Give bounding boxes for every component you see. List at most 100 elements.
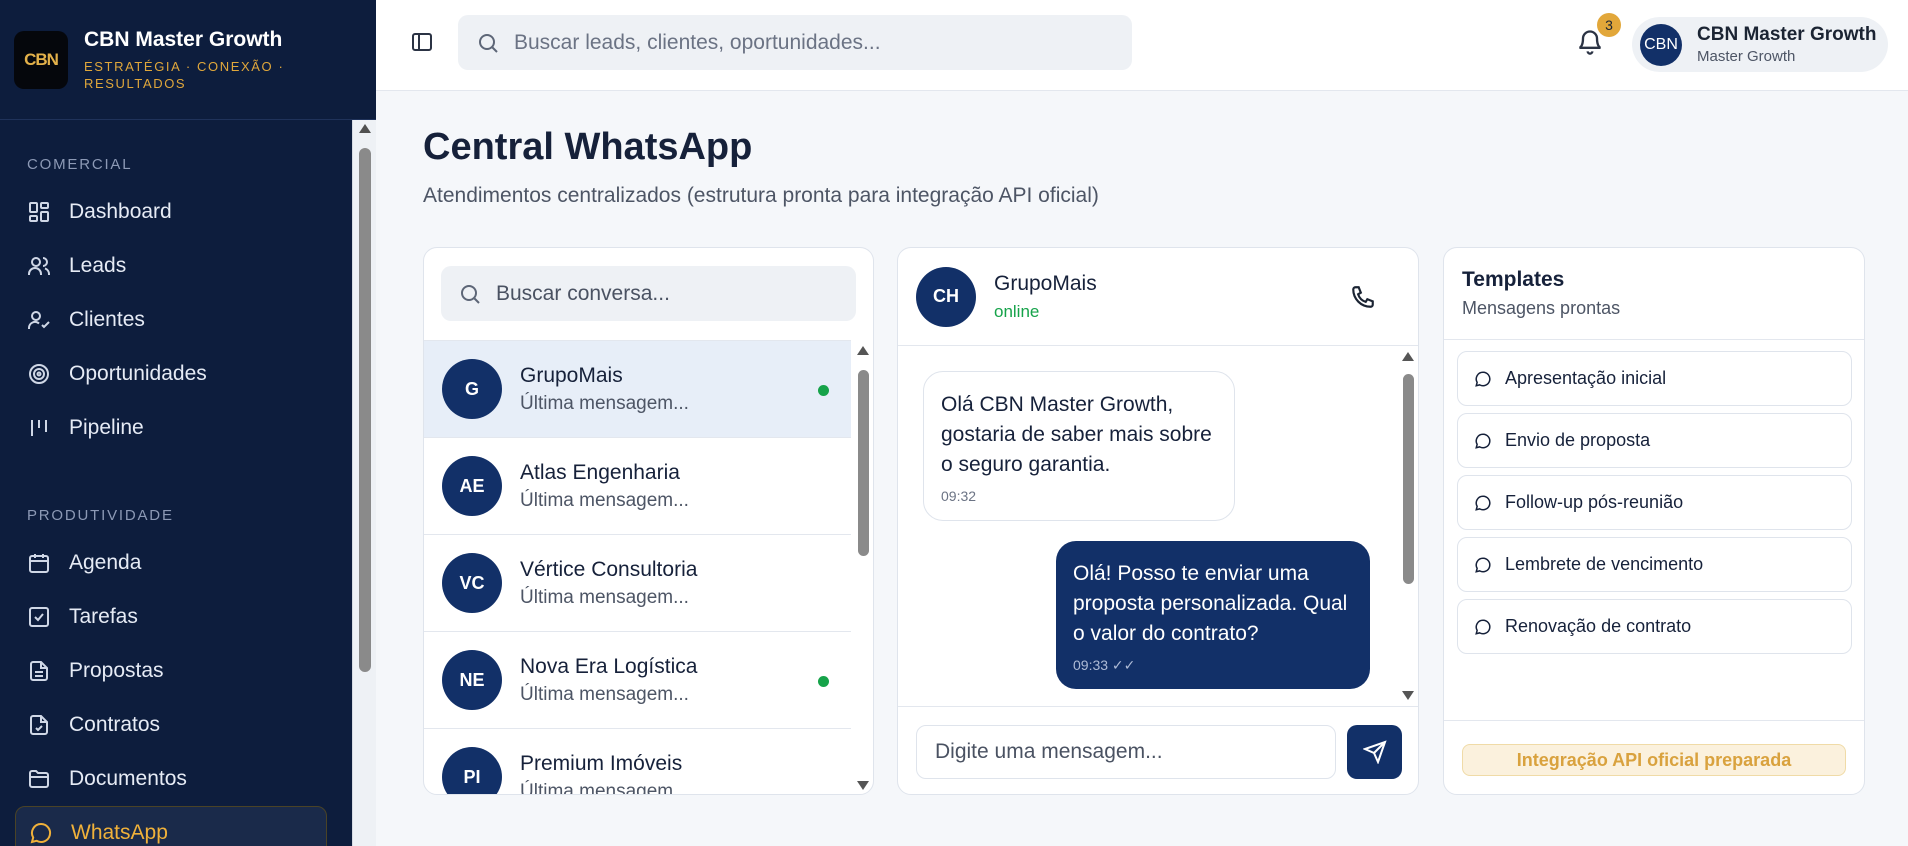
scroll-down-arrow-icon[interactable] xyxy=(1402,691,1414,700)
conversation-item[interactable]: AE Atlas Engenharia Última mensagem... xyxy=(424,438,851,535)
template-label: Renovação de contrato xyxy=(1505,616,1692,636)
calendar-icon xyxy=(29,554,49,573)
sidebar-item-whatsapp[interactable]: WhatsApp xyxy=(15,806,327,846)
conversation-item[interactable]: G GrupoMais Última mensagem... xyxy=(424,341,851,438)
message-time: 09:32 xyxy=(941,488,977,504)
sidebar-item-label: Agenda xyxy=(69,551,142,574)
conversation-preview: Última mensagem... xyxy=(520,489,689,511)
phone-icon[interactable] xyxy=(1350,284,1376,310)
sidebar-item-label: Dashboard xyxy=(69,200,172,223)
conversation-name: Vértice Consultoria xyxy=(520,557,698,581)
template-label: Lembrete de vencimento xyxy=(1505,554,1704,574)
online-indicator xyxy=(818,676,829,687)
brand-subtitle: ESTRATÉGIA · CONEXÃO · RESULTADOS xyxy=(84,58,285,91)
sidebar-item-documentos[interactable]: Documentos xyxy=(0,752,352,806)
chat-icon xyxy=(1475,556,1491,573)
sidebar-item-agenda[interactable]: Agenda xyxy=(0,536,352,590)
send-button[interactable] xyxy=(1347,725,1402,779)
user-menu[interactable]: CBN CBN Master Growth Master Growth xyxy=(1632,17,1888,72)
chat-icon xyxy=(1475,494,1491,511)
sidebar-item-contratos[interactable]: Contratos xyxy=(0,698,352,752)
user-name: CBN Master Growth xyxy=(1697,24,1877,45)
sidebar-scrollbar[interactable] xyxy=(352,120,376,846)
conversation-preview: Última mensagem... xyxy=(520,392,689,414)
users-icon xyxy=(28,257,50,275)
sidebar-item-label: Oportunidades xyxy=(69,362,207,385)
chat-scrollbar[interactable] xyxy=(1396,346,1418,706)
section-label-produtividade: PRODUTIVIDADE xyxy=(27,507,174,524)
scroll-down-arrow-icon[interactable] xyxy=(857,781,869,790)
message-bubble-outgoing: Olá! Posso te enviar uma proposta person… xyxy=(1056,541,1370,689)
chat-header: CH GrupoMais online xyxy=(898,248,1418,346)
avatar: G xyxy=(442,359,502,419)
conversation-search-input[interactable] xyxy=(496,281,836,306)
page-title: Central WhatsApp xyxy=(423,126,753,168)
sidebar-item-leads[interactable]: Leads xyxy=(0,239,352,293)
scroll-up-arrow-icon[interactable] xyxy=(857,346,869,355)
user-check-icon xyxy=(27,311,50,329)
templates-subtitle: Mensagens prontas xyxy=(1462,298,1621,318)
template-item[interactable]: Renovação de contrato xyxy=(1457,599,1852,654)
template-item[interactable]: Lembrete de vencimento xyxy=(1457,537,1852,592)
conversation-preview: Última mensagem... xyxy=(520,586,689,608)
sidebar-item-propostas[interactable]: Propostas xyxy=(0,644,352,698)
chat-icon xyxy=(1475,370,1491,387)
sidebar-item-dashboard[interactable]: Dashboard xyxy=(0,185,352,239)
template-item[interactable]: Envio de proposta xyxy=(1457,413,1852,468)
scrollbar-thumb[interactable] xyxy=(359,148,371,672)
avatar: VC xyxy=(442,553,502,613)
templates-header: Templates Mensagens prontas xyxy=(1444,248,1864,340)
api-status-badge: Integração API oficial preparada xyxy=(1462,744,1846,776)
message-list: Olá CBN Master Growth, gostaria de saber… xyxy=(898,346,1396,706)
conversation-search xyxy=(441,266,856,321)
topbar: 3 CBN CBN Master Growth Master Growth xyxy=(376,0,1908,91)
dashboard-icon xyxy=(29,202,49,222)
sidebar-item-label: Tarefas xyxy=(69,605,138,628)
target-icon xyxy=(29,364,49,384)
sidebar-nav: COMERCIAL Dashboard Leads Clientes Oport… xyxy=(0,120,352,846)
brand-logo[interactable]: CBN xyxy=(14,30,68,89)
notification-badge: 3 xyxy=(1597,13,1621,37)
conversation-item[interactable]: VC Vértice Consultoria Última mensagem..… xyxy=(424,535,851,632)
folder-icon xyxy=(29,770,49,788)
conversation-name: Nova Era Logística xyxy=(520,654,698,678)
sidebar-item-clientes[interactable]: Clientes xyxy=(0,293,352,347)
templates-title: Templates xyxy=(1462,268,1565,291)
scroll-up-arrow-icon[interactable] xyxy=(359,124,371,133)
template-label: Envio de proposta xyxy=(1505,430,1651,450)
sidebar-item-oportunidades[interactable]: Oportunidades xyxy=(0,347,352,401)
page-subtitle: Atendimentos centralizados (estrutura pr… xyxy=(423,184,1099,207)
sidebar-item-label: Pipeline xyxy=(69,416,144,439)
scrollbar-thumb[interactable] xyxy=(858,370,869,556)
avatar: AE xyxy=(442,456,502,516)
conversation-item[interactable]: NE Nova Era Logística Última mensagem... xyxy=(424,632,851,729)
kanban-icon xyxy=(31,420,47,436)
chat-icon xyxy=(1475,618,1491,635)
conversation-item[interactable]: PI Premium Imóveis Última mensagem... xyxy=(424,729,851,794)
message-time: 09:33 ✓✓ xyxy=(1073,657,1136,673)
scroll-up-arrow-icon[interactable] xyxy=(1402,352,1414,361)
chat-status: online xyxy=(994,301,1040,321)
chat-contact-name: GrupoMais xyxy=(994,271,1097,295)
scrollbar-thumb[interactable] xyxy=(1403,374,1414,584)
template-label: Follow-up pós-reunião xyxy=(1505,492,1684,512)
message-input[interactable] xyxy=(916,725,1336,779)
sidebar-item-label: Contratos xyxy=(69,713,161,736)
global-search-input[interactable] xyxy=(514,30,1094,55)
sidebar-item-label: Propostas xyxy=(69,659,164,682)
brand-title: CBN Master Growth xyxy=(84,27,283,51)
avatar: PI xyxy=(442,747,502,794)
search-icon xyxy=(479,33,498,53)
sidebar-item-pipeline[interactable]: Pipeline xyxy=(0,401,352,455)
search-icon xyxy=(461,284,480,304)
template-item[interactable]: Apresentação inicial xyxy=(1457,351,1852,406)
sidebar-item-label: WhatsApp xyxy=(71,821,168,844)
conversation-scrollbar[interactable] xyxy=(851,340,873,794)
template-item[interactable]: Follow-up pós-reunião xyxy=(1457,475,1852,530)
template-list: Apresentação inicial Envio de proposta F… xyxy=(1457,351,1852,661)
chat-icon xyxy=(30,822,52,844)
sidebar-item-tarefas[interactable]: Tarefas xyxy=(0,590,352,644)
templates-footer: Integração API oficial preparada xyxy=(1444,720,1864,794)
sidebar-toggle-icon[interactable] xyxy=(410,30,434,54)
send-icon xyxy=(1362,740,1387,764)
